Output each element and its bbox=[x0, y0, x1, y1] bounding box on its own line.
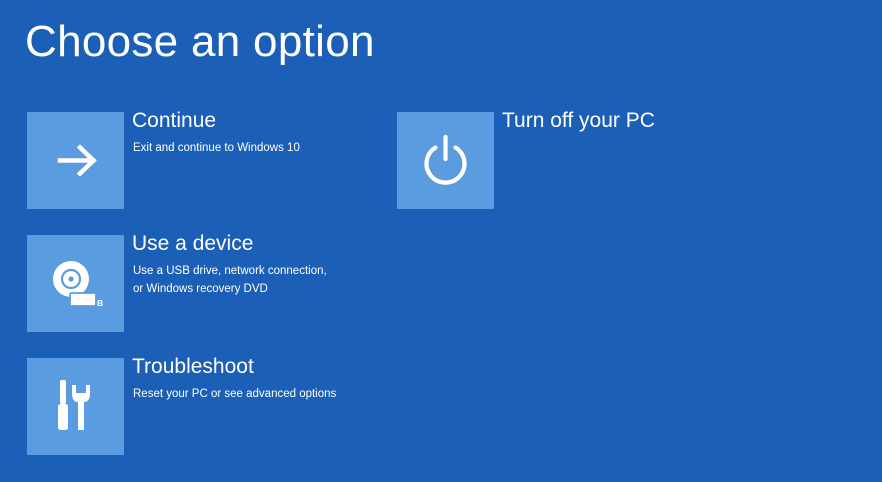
use-a-device-option[interactable]: B Use a device Use a USB drive, network … bbox=[27, 232, 357, 332]
troubleshoot-title: Troubleshoot bbox=[132, 355, 254, 378]
turn-off-option[interactable]: Turn off your PC bbox=[397, 109, 697, 209]
continue-title: Continue bbox=[132, 109, 217, 132]
use-a-device-description-line-1: Use a USB drive, network connection, bbox=[133, 265, 327, 277]
continue-tile[interactable] bbox=[27, 112, 124, 209]
continue-option[interactable]: Continue Exit and continue to Windows 10 bbox=[27, 109, 357, 209]
turn-off-tile[interactable] bbox=[397, 112, 494, 209]
tools-icon bbox=[58, 380, 90, 430]
troubleshoot-option[interactable]: Troubleshoot Reset your PC or see advanc… bbox=[27, 355, 357, 455]
troubleshoot-tile[interactable] bbox=[27, 358, 124, 455]
disc-usb-icon: B bbox=[53, 261, 103, 308]
svg-text:B: B bbox=[97, 298, 103, 308]
continue-description: Exit and continue to Windows 10 bbox=[133, 139, 300, 157]
troubleshoot-description: Reset your PC or see advanced options bbox=[133, 385, 336, 403]
use-a-device-title: Use a device bbox=[132, 232, 254, 255]
arrow-right-icon bbox=[57, 144, 97, 177]
use-a-device-description-line-2: or Windows recovery DVD bbox=[133, 283, 268, 295]
turn-off-title: Turn off your PC bbox=[502, 109, 655, 132]
troubleshoot-description-line: Reset your PC or see advanced options bbox=[133, 388, 337, 400]
use-a-device-description: Use a USB drive, network connection, or … bbox=[133, 262, 327, 298]
use-a-device-tile[interactable]: B bbox=[27, 235, 124, 332]
power-icon bbox=[424, 134, 467, 185]
continue-description-line: Exit and continue to Windows 10 bbox=[133, 142, 300, 154]
page-title: Choose an option bbox=[25, 17, 375, 66]
